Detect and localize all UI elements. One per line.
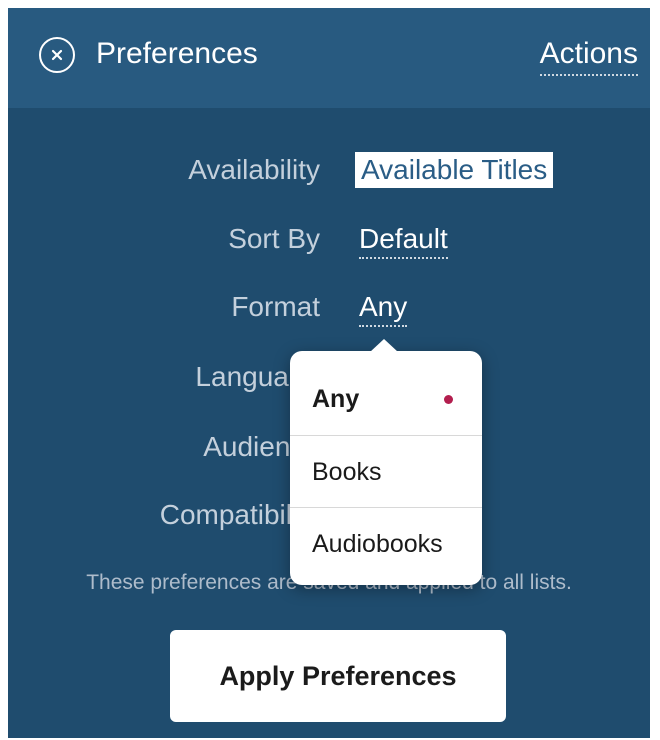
page-title: Preferences xyxy=(96,37,258,70)
preferences-screen: Preferences Actions Availability Availab… xyxy=(8,8,650,738)
format-value[interactable]: Any xyxy=(359,289,408,327)
close-circle-icon xyxy=(51,49,63,61)
popover-arrow xyxy=(370,339,398,352)
availability-value[interactable]: Available Titles xyxy=(355,152,554,188)
format-option-any[interactable]: Any xyxy=(290,363,482,435)
header-bar: Preferences Actions xyxy=(8,8,650,108)
sort-by-value[interactable]: Default xyxy=(359,221,448,259)
format-option-label: Books xyxy=(312,458,382,486)
sort-by-label: Sort By xyxy=(228,223,320,254)
actions-button[interactable]: Actions xyxy=(539,34,638,76)
format-option-label: Any xyxy=(312,385,360,413)
format-label: Format xyxy=(231,291,320,322)
format-option-label: Audiobooks xyxy=(312,530,443,558)
format-option-books[interactable]: Books xyxy=(290,435,482,507)
apply-preferences-button[interactable]: Apply Preferences xyxy=(170,630,506,722)
availability-label: Availability xyxy=(188,154,320,185)
format-popover: Any Books Audiobooks xyxy=(290,339,482,585)
close-button[interactable] xyxy=(39,37,75,73)
format-option-audiobooks[interactable]: Audiobooks xyxy=(290,507,482,579)
selected-dot-icon xyxy=(444,395,453,404)
